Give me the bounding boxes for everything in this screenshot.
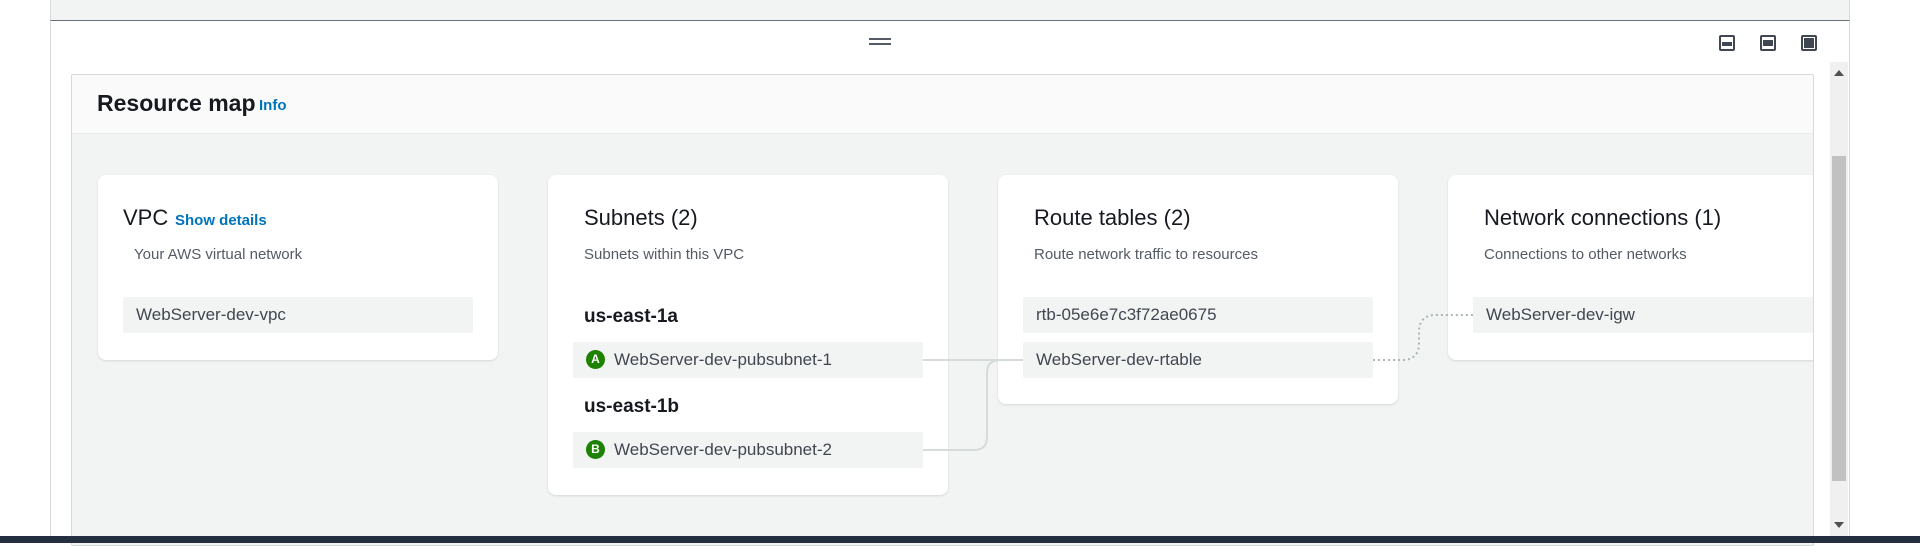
route-table-item[interactable]: WebServer-dev-rtable [1023, 342, 1373, 378]
vpc-subtitle: Your AWS virtual network [134, 246, 303, 263]
vpc-title: VPC [123, 205, 169, 230]
subnets-subtitle: Subnets within this VPC [584, 246, 745, 263]
scroll-up-icon[interactable] [1834, 70, 1844, 76]
show-details-link[interactable]: Show details [175, 212, 267, 229]
subnet-label: WebServer-dev-pubsubnet-2 [614, 440, 832, 459]
vpc-card: VPC Show details Your AWS virtual networ… [98, 175, 498, 360]
split-panel: Resource map Info VPC Show details Your … [50, 21, 1850, 546]
az-label: us-east-1b [584, 396, 680, 417]
resource-map-container: Resource map Info VPC Show details Your … [71, 74, 1814, 546]
vertical-scrollbar[interactable] [1830, 62, 1848, 536]
network-connection-item[interactable]: WebServer-dev-igw [1473, 297, 1813, 333]
subnets-card: Subnets (2) Subnets within this VPC us-e… [548, 175, 948, 495]
subnet-label: WebServer-dev-pubsubnet-1 [614, 350, 832, 369]
network-connections-title: Network connections (1) [1484, 205, 1722, 230]
dock-middle-icon[interactable] [1759, 34, 1777, 52]
network-connections-card: Network connections (1) Connections to o… [1448, 175, 1813, 360]
scroll-thumb[interactable] [1832, 156, 1846, 481]
az-badge-icon: A [586, 350, 605, 370]
route-tables-title: Route tables (2) [1034, 205, 1191, 230]
subnets-title: Subnets (2) [584, 205, 698, 230]
route-table-item[interactable]: rtb-05e6e7c3f72ae0675 [1023, 297, 1373, 333]
route-tables-subtitle: Route network traffic to resources [1034, 246, 1258, 263]
scroll-down-icon[interactable] [1834, 522, 1844, 528]
dock-full-icon[interactable] [1800, 34, 1818, 52]
vpc-item[interactable]: WebServer-dev-vpc [123, 297, 473, 333]
dock-bottom-icon[interactable] [1718, 34, 1736, 52]
info-link[interactable]: Info [259, 97, 287, 114]
bottom-bar [0, 536, 1920, 543]
subnet-item[interactable]: A WebServer-dev-pubsubnet-1 [573, 342, 923, 378]
subnet-item[interactable]: B WebServer-dev-pubsubnet-2 [573, 432, 923, 468]
route-tables-card: Route tables (2) Route network traffic t… [998, 175, 1398, 404]
previous-panel-edge [50, 0, 1850, 21]
resource-map-title: Resource map [97, 90, 256, 116]
resource-map-header: Resource map Info [72, 75, 1813, 134]
resize-handle-icon[interactable] [869, 38, 891, 48]
network-connections-subtitle: Connections to other networks [1484, 246, 1687, 263]
az-label: us-east-1a [584, 306, 678, 327]
az-badge-icon: B [586, 440, 605, 460]
